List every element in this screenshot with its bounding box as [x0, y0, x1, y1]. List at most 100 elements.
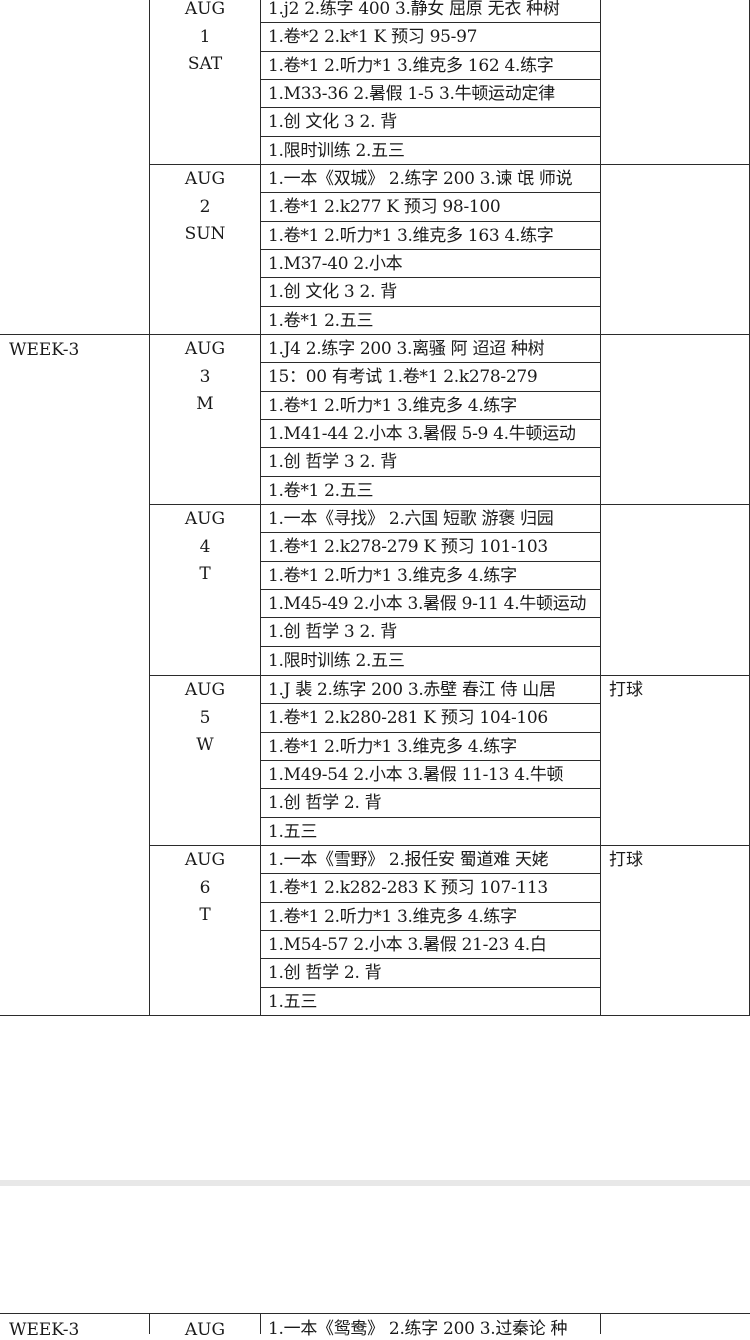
task-row-rule [260, 873, 601, 874]
day-number: 4 [199, 537, 211, 557]
next-task-rule [260, 1313, 261, 1334]
task-item: 1.卷*1 2.k282-283 K 预习 107-113 [268, 878, 548, 898]
task-item: 1.五三 [268, 992, 318, 1012]
task-item: 1.限时训练 2.五三 [268, 141, 405, 161]
task-item: 1.创 哲学 2. 背 [268, 793, 382, 813]
task-item: 1.卷*1 2.k277 K 预习 98-100 [268, 197, 501, 217]
task-row-rule [260, 22, 601, 23]
task-item: 1.M33-36 2.暑假 1-5 3.牛顿运动定律 [268, 84, 555, 104]
task-row-rule [260, 447, 601, 448]
task-row-rule [260, 958, 601, 959]
day-number: 5 [199, 708, 211, 728]
task-item: 1.卷*1 2.k280-281 K 预习 104-106 [268, 708, 548, 728]
task-row-rule [260, 136, 601, 137]
day-number: 1 [199, 27, 211, 47]
task-item: 1.M49-54 2.小本 3.暑假 11-13 4.牛顿 [268, 765, 564, 785]
next-page-top-rule [0, 1313, 750, 1314]
task-row-rule [260, 79, 601, 80]
task-item: 1.创 哲学 2. 背 [268, 963, 382, 983]
day-month: AUG [184, 0, 226, 19]
task-row-rule [260, 277, 601, 278]
note-column-rule [600, 0, 601, 1015]
task-item: 1.一本《雪野》 2.报任安 蜀道难 天姥 [268, 850, 549, 870]
task-row-rule [260, 107, 601, 108]
task-row-rule [260, 703, 601, 704]
next-task-item: 1.一本《鸳鸯》 2.练字 200 3.过秦论 种 [268, 1319, 568, 1339]
day-number: 6 [199, 878, 211, 898]
task-row-rule [260, 51, 601, 52]
task-row-rule [260, 589, 601, 590]
task-row-rule [260, 732, 601, 733]
day-number: 3 [199, 367, 211, 387]
task-item: 1.M54-57 2.小本 3.暑假 21-23 4.白 [268, 935, 547, 955]
task-row-rule [260, 930, 601, 931]
task-item: 1.创 哲学 3 2. 背 [268, 452, 397, 472]
task-item: 1.五三 [268, 822, 318, 842]
task-item: 1.M45-49 2.小本 3.暑假 9-11 4.牛顿运动 [268, 594, 587, 614]
next-week-label: WEEK-3 [9, 1320, 80, 1340]
task-row-rule [260, 617, 601, 618]
task-row-rule [260, 817, 601, 818]
day-month: AUG [184, 680, 226, 700]
day-note: 打球 [609, 680, 643, 700]
task-item: 1.创 哲学 3 2. 背 [268, 622, 397, 642]
task-column-rule [260, 0, 261, 1015]
task-row-rule [260, 306, 601, 307]
task-item: 15：00 有考试 1.卷*1 2.k278-279 [268, 367, 538, 387]
task-item: 1.卷*1 2.听力*1 3.维克多 4.练字 [268, 566, 517, 586]
task-item: 1.卷*1 2.听力*1 3.维克多 4.练字 [268, 737, 517, 757]
task-item: 1.卷*1 2.k278-279 K 预习 101-103 [268, 537, 548, 557]
day-weekday: T [199, 564, 211, 584]
day-month: AUG [184, 339, 226, 359]
day-number: 2 [199, 197, 211, 217]
next-schedule-page: WEEK-3 AUG 1.一本《鸳鸯》 2.练字 200 3.过秦论 种 [0, 1186, 750, 1340]
task-row-rule [260, 788, 601, 789]
day-separator-rule [149, 164, 750, 165]
day-weekday: M [196, 394, 214, 414]
day-month: AUG [184, 169, 226, 189]
table-bottom-rule [0, 1015, 750, 1016]
day-month: AUG [184, 509, 226, 529]
task-item: 1.卷*2 2.k*1 K 预习 95-97 [268, 27, 478, 47]
task-item: 1.卷*1 2.五三 [268, 481, 374, 501]
task-item: 1.创 文化 3 2. 背 [268, 282, 397, 302]
task-row-rule [260, 760, 601, 761]
day-weekday: SAT [187, 54, 223, 74]
task-item: 1.限时训练 2.五三 [268, 651, 405, 671]
task-item: 1.卷*1 2.听力*1 3.维克多 163 4.练字 [268, 226, 554, 246]
day-weekday: W [196, 735, 214, 755]
task-item: 1.卷*1 2.听力*1 3.维克多 4.练字 [268, 396, 517, 416]
task-row-rule [260, 987, 601, 988]
schedule-page: WEEK-3 AUG 1 SAT 1.j2 2.练字 400 3.静女 屈原 无衣 种树… [0, 0, 750, 1180]
task-row-rule [260, 561, 601, 562]
task-item: 1.J 裴 2.练字 200 3.赤壁 春江 侍 山居 [268, 680, 556, 700]
task-row-rule [260, 362, 601, 363]
task-row-rule [260, 532, 601, 533]
next-note-rule [600, 1313, 601, 1334]
next-day-month: AUG [184, 1320, 226, 1340]
task-row-rule [260, 476, 601, 477]
task-item: 1.一本《双城》 2.练字 200 3.谏 氓 师说 [268, 169, 573, 189]
day-weekday: T [199, 905, 211, 925]
task-item: 1.卷*1 2.五三 [268, 311, 374, 331]
day-separator-rule [149, 504, 750, 505]
day-note: 打球 [609, 850, 643, 870]
task-row-rule [260, 192, 601, 193]
schedule-screenshot: { "weeks": ["WEEK-3"], "days": [ { "mont… [0, 0, 750, 1340]
week-label: WEEK-3 [9, 340, 80, 360]
task-item: 1.一本《寻找》 2.六国 短歌 游褒 归园 [268, 509, 554, 529]
task-item: 1.卷*1 2.听力*1 3.维克多 162 4.练字 [268, 56, 554, 76]
task-row-rule [260, 221, 601, 222]
task-item: 1.j2 2.练字 400 3.静女 屈原 无衣 种树 [268, 0, 560, 19]
task-item: 1.M37-40 2.小本 [268, 254, 403, 274]
day-weekday: SUN [184, 224, 226, 244]
task-row-rule [260, 646, 601, 647]
day-separator-rule [149, 845, 750, 846]
task-row-rule [260, 249, 601, 250]
day-separator-rule [149, 334, 750, 335]
task-item: 1.J4 2.练字 200 3.离骚 阿 迢迢 种树 [268, 339, 545, 359]
task-row-rule [260, 419, 601, 420]
day-month: AUG [184, 850, 226, 870]
task-row-rule [260, 902, 601, 903]
task-item: 1.创 文化 3 2. 背 [268, 112, 397, 132]
